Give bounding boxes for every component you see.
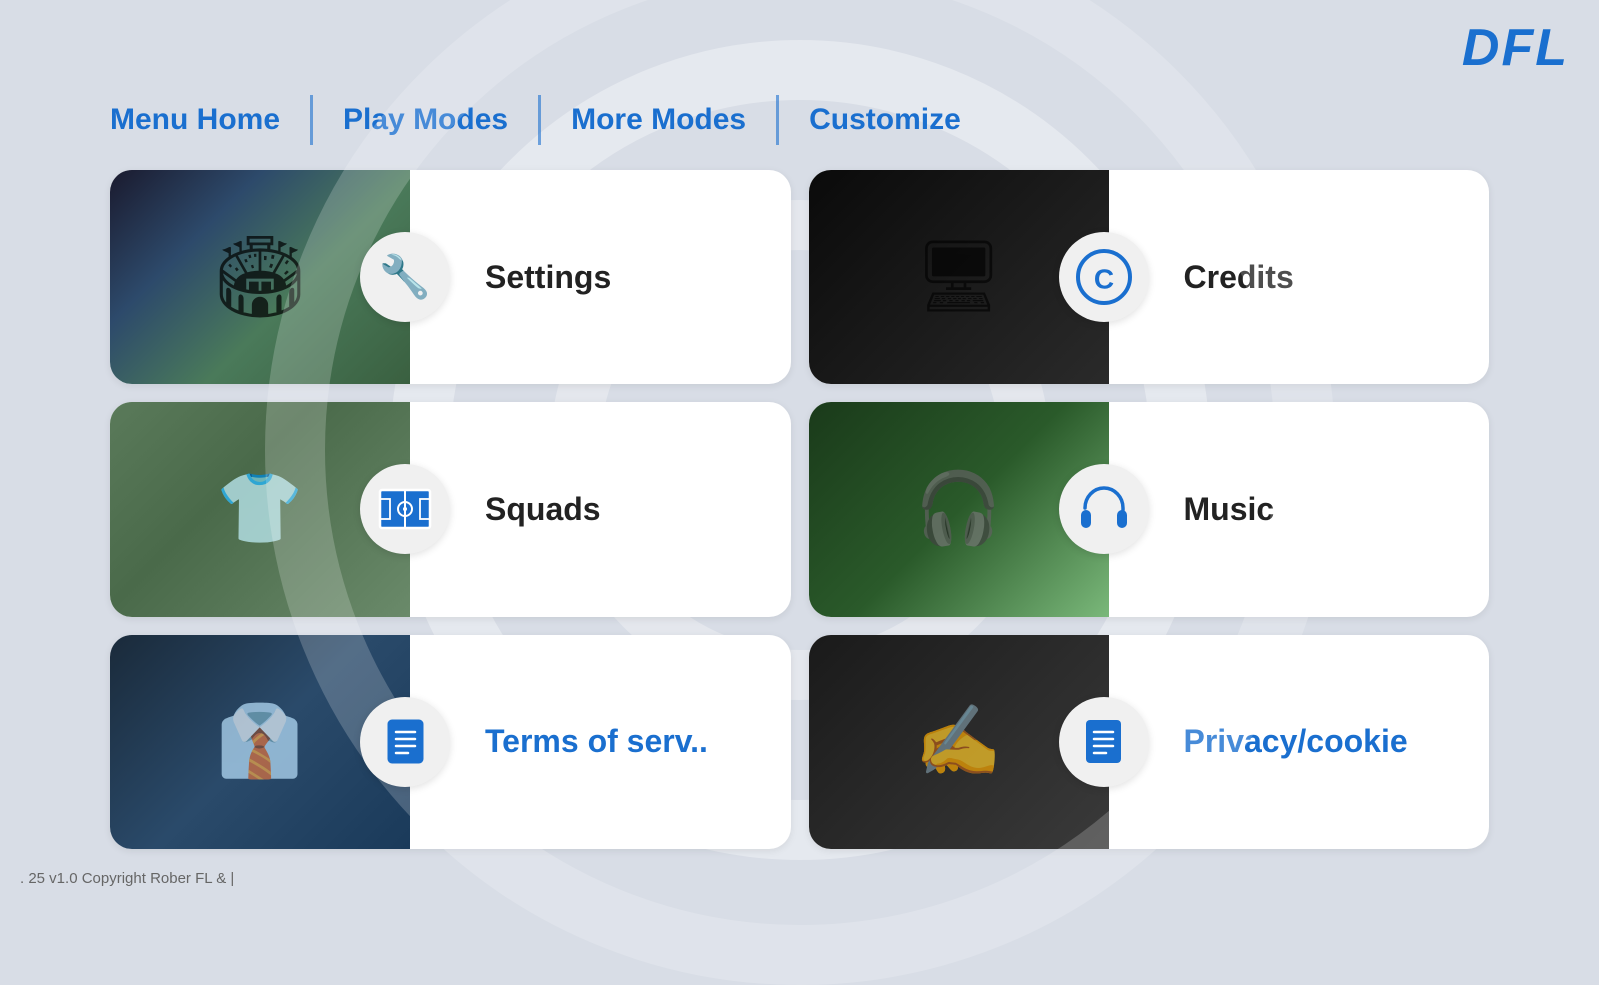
music-label: Music (1109, 491, 1490, 528)
main-grid: 🔧 Settings C Credits (110, 170, 1489, 849)
tools-unicode-icon: 🔧 (379, 253, 431, 302)
squads-icon-wrapper (360, 464, 450, 554)
terms-icon-wrapper (360, 697, 450, 787)
nav-divider-2 (538, 95, 541, 145)
nav-play-modes[interactable]: Play Modes (313, 103, 538, 137)
settings-card[interactable]: 🔧 Settings (110, 170, 791, 384)
music-card[interactable]: Music (809, 402, 1490, 616)
privacy-card[interactable]: Privacy/cookie (809, 635, 1490, 849)
credits-icon-wrapper: C (1059, 232, 1149, 322)
privacy-label: Privacy/cookie (1109, 723, 1490, 760)
nav-divider-1 (310, 95, 313, 145)
credits-label: Credits (1109, 259, 1490, 296)
nav-divider-3 (776, 95, 779, 145)
settings-label: Settings (410, 259, 791, 296)
privacy-icon-wrapper (1059, 697, 1149, 787)
dfl-logo: DFL (1462, 18, 1569, 78)
document-icon-privacy (1076, 714, 1131, 769)
settings-icon-wrapper: 🔧 (360, 232, 450, 322)
squads-card[interactable]: Squads (110, 402, 791, 616)
nav-bar: Menu Home Play Modes More Modes Customiz… (110, 95, 1569, 145)
copyright-icon: C (1075, 248, 1133, 306)
nav-more-modes[interactable]: More Modes (541, 103, 776, 137)
document-icon-terms (378, 714, 433, 769)
squads-label: Squads (410, 491, 791, 528)
svg-text:C: C (1093, 264, 1113, 295)
music-icon-wrapper (1059, 464, 1149, 554)
nav-menu-home[interactable]: Menu Home (110, 103, 310, 137)
headphones-icon (1075, 480, 1133, 538)
terms-label: Terms of serv.. (410, 723, 791, 760)
credits-card[interactable]: C Credits (809, 170, 1490, 384)
nav-customize[interactable]: Customize (779, 103, 991, 137)
footer-text: . 25 v1.0 Copyright Rober FL & | (20, 870, 234, 887)
terms-card[interactable]: Terms of serv.. (110, 635, 791, 849)
football-pitch-icon (376, 480, 434, 538)
